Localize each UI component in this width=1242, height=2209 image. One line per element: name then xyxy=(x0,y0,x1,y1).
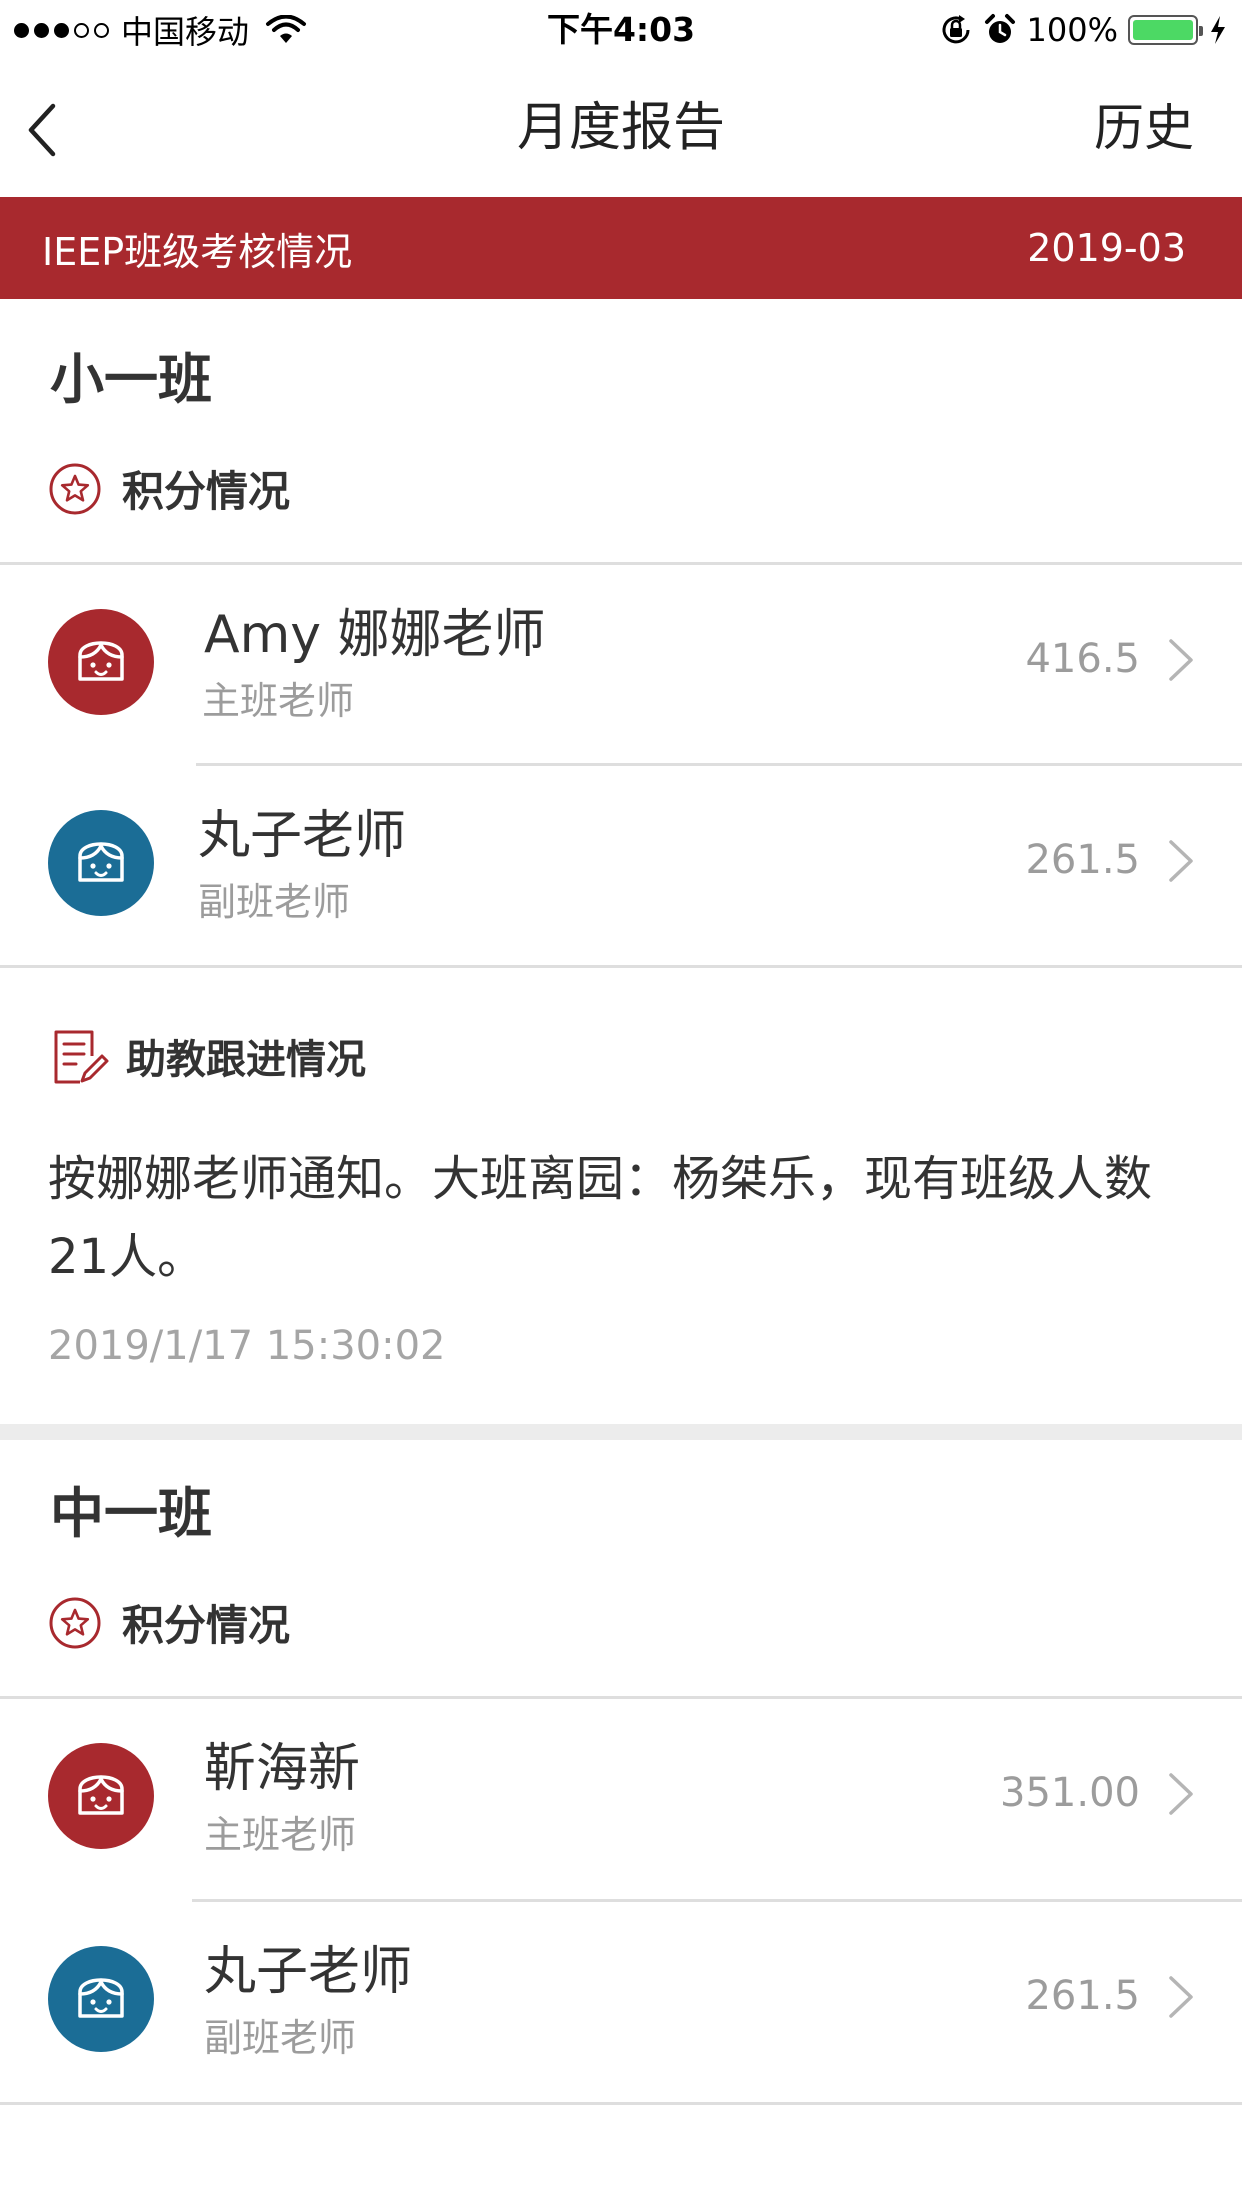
teacher-name: Amy 娜娜老师 xyxy=(204,605,546,665)
banner-title: IEEP班级考核情况 xyxy=(42,229,353,274)
status-right: 100% xyxy=(939,8,1228,52)
orientation-lock-icon xyxy=(942,15,970,44)
followup-timestamp: 2019/1/17 15:30:02 xyxy=(48,1323,446,1369)
battery-percentage: 100% xyxy=(1026,11,1118,49)
girl-face-icon xyxy=(78,641,124,681)
report-banner: IEEP班级考核情况 2019-03 xyxy=(0,197,1242,299)
teacher-score: 351.00 xyxy=(1000,1770,1140,1816)
girl-face-icon xyxy=(78,1978,124,2018)
teacher-role: 副班老师 xyxy=(204,2016,357,2060)
teacher-name: 丸子老师 xyxy=(198,806,407,866)
teacher-row[interactable]: 丸子老师 副班老师 261.5 xyxy=(0,1902,1242,2102)
score-heading-label: 积分情况 xyxy=(122,1601,291,1650)
chevron-right-icon xyxy=(1169,840,1193,882)
nav-bar: 月度报告 历史 xyxy=(0,60,1242,197)
page-title: 月度报告 xyxy=(516,98,725,158)
teacher-avatar xyxy=(48,1946,154,2052)
divider xyxy=(0,965,1242,968)
star-icon xyxy=(49,463,101,514)
teacher-avatar xyxy=(48,1743,154,1849)
teacher-avatar xyxy=(48,810,154,916)
history-button[interactable]: 历史 xyxy=(1094,96,1194,160)
followup-heading: 助教跟进情况 xyxy=(52,1026,366,1086)
teacher-score: 261.5 xyxy=(1025,1973,1140,2019)
chevron-right-icon xyxy=(1169,1773,1193,1815)
teacher-role: 主班老师 xyxy=(204,1813,357,1857)
girl-face-icon xyxy=(78,1775,124,1815)
chevron-right-icon xyxy=(1169,1976,1193,2018)
alarm-icon xyxy=(984,14,1015,43)
girl-face-icon xyxy=(78,842,124,882)
teacher-role: 主班老师 xyxy=(202,679,355,723)
class-name: 中一班 xyxy=(50,1482,212,1545)
teacher-row[interactable]: 靳海新 主班老师 351.00 xyxy=(0,1699,1242,1899)
score-heading: 积分情况 xyxy=(48,458,290,519)
teacher-score: 416.5 xyxy=(1025,636,1140,682)
charging-bolt-icon xyxy=(1211,16,1225,44)
status-bar: 中国移动 下午4:03 100% xyxy=(0,0,1242,60)
battery-icon xyxy=(1128,15,1203,45)
followup-text: 按娜娜老师通知。大班离园：杨桀乐，现有班级人数21人。 xyxy=(48,1151,1153,1285)
teacher-role: 副班老师 xyxy=(198,880,351,924)
followup-heading-label: 助教跟进情况 xyxy=(126,1037,366,1083)
class-name: 小一班 xyxy=(50,348,212,411)
score-heading-label: 积分情况 xyxy=(122,467,291,516)
section-separator xyxy=(0,1424,1242,1440)
teacher-row[interactable]: 丸子老师 副班老师 261.5 xyxy=(0,766,1242,966)
chevron-right-icon xyxy=(1169,639,1193,681)
teacher-score: 261.5 xyxy=(1025,837,1140,883)
teacher-name: 丸子老师 xyxy=(204,1942,413,2002)
teacher-row[interactable]: Amy 娜娜老师 主班老师 416.5 xyxy=(0,565,1242,765)
star-icon xyxy=(49,1597,101,1648)
banner-month: 2019-03 xyxy=(1027,226,1186,270)
divider xyxy=(0,2102,1242,2105)
teacher-name: 靳海新 xyxy=(204,1739,361,1799)
teacher-avatar xyxy=(48,609,154,715)
edit-note-icon xyxy=(54,1030,109,1084)
score-heading: 积分情况 xyxy=(48,1592,290,1653)
